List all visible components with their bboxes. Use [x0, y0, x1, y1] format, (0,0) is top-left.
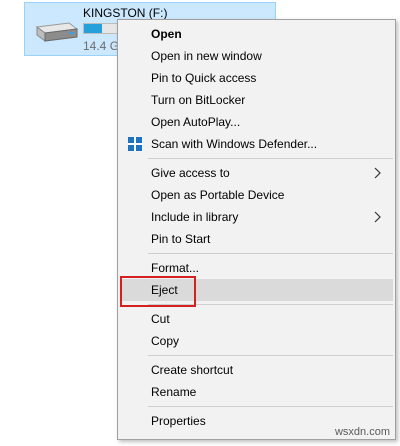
menu-item-label: Cut [151, 312, 170, 326]
menu-item-label: Turn on BitLocker [151, 93, 246, 107]
menu-item-give-access-to[interactable]: Give access to [118, 162, 395, 184]
menu-separator [148, 253, 393, 254]
menu-item-create-shortcut[interactable]: Create shortcut [118, 359, 395, 381]
context-menu: Open Open in new window Pin to Quick acces… [117, 19, 396, 440]
menu-item-label: Open [151, 27, 182, 41]
menu-item-label: Pin to Start [151, 232, 211, 246]
menu-item-turn-on-bitlocker[interactable]: Turn on BitLocker [118, 89, 395, 111]
windows-defender-icon [128, 137, 142, 151]
menu-item-label: Copy [151, 334, 180, 348]
menu-item-label: Properties [151, 414, 206, 428]
menu-item-include-in-library[interactable]: Include in library [118, 206, 395, 228]
menu-item-copy[interactable]: Copy [118, 330, 395, 352]
chevron-right-icon [374, 167, 381, 179]
menu-item-label: Pin to Quick access [151, 71, 257, 85]
menu-item-open-as-portable-device[interactable]: Open as Portable Device [118, 184, 395, 206]
menu-item-cut[interactable]: Cut [118, 308, 395, 330]
menu-item-label: Open as Portable Device [151, 188, 285, 202]
menu-item-label: Format... [151, 261, 200, 275]
menu-separator [148, 158, 393, 159]
menu-item-rename[interactable]: Rename [118, 381, 395, 403]
drive-name: KINGSTON (F:) [83, 6, 168, 20]
menu-item-open[interactable]: Open [118, 23, 395, 45]
menu-item-label: Scan with Windows Defender... [151, 137, 318, 151]
annotation-highlight-box [120, 276, 196, 307]
menu-item-label: Include in library [151, 210, 239, 224]
watermark: wsxdn.com [334, 426, 390, 438]
menu-item-pin-to-start[interactable]: Pin to Start [118, 228, 395, 250]
menu-item-open-in-new-window[interactable]: Open in new window [118, 45, 395, 67]
menu-item-label: Open AutoPlay... [151, 115, 241, 129]
menu-item-pin-to-quick-access[interactable]: Pin to Quick access [118, 67, 395, 89]
menu-item-label: Rename [151, 385, 197, 399]
menu-item-open-autoplay[interactable]: Open AutoPlay... [118, 111, 395, 133]
menu-separator [148, 406, 393, 407]
usb-drive-icon [35, 22, 79, 42]
menu-item-scan-with-windows-defender[interactable]: Scan with Windows Defender... [118, 133, 395, 155]
menu-separator [148, 355, 393, 356]
menu-item-label: Create shortcut [151, 363, 234, 377]
drive-usage-fill [84, 24, 102, 33]
menu-item-label: Open in new window [151, 49, 262, 63]
chevron-right-icon [374, 211, 381, 223]
menu-item-label: Give access to [151, 166, 230, 180]
